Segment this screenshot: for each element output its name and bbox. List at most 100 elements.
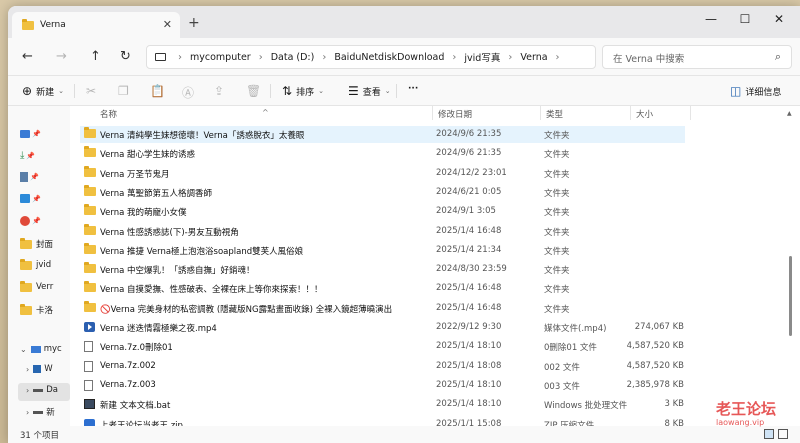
- drive-icon: [33, 365, 42, 373]
- more-options-button[interactable]: ···: [408, 84, 418, 94]
- breadcrumb-item[interactable]: Data (D:): [271, 52, 315, 63]
- search-input[interactable]: 在 Verna 中搜索 ⌕: [602, 45, 792, 69]
- up-button[interactable]: ↑: [90, 49, 101, 64]
- file-type: 媒体文件(.mp4): [544, 324, 607, 334]
- column-type[interactable]: 类型: [546, 108, 563, 120]
- file-row[interactable]: Verna.7z.002 2025/1/4 18:08 002 文件 4,587,52…: [80, 358, 685, 375]
- divider: [270, 84, 271, 98]
- sidebar-item-drive-d[interactable]: › Da: [26, 385, 58, 395]
- column-size[interactable]: 大小: [636, 108, 653, 120]
- breadcrumb-item[interactable]: Verna: [520, 52, 547, 63]
- details-view-icon[interactable]: [764, 429, 774, 439]
- sidebar-item-folder-1[interactable]: 封面: [20, 237, 54, 250]
- new-tab-button[interactable]: +: [188, 15, 200, 31]
- file-type: 文件夹: [544, 188, 570, 199]
- file-icon: [84, 379, 93, 394]
- breadcrumb-item[interactable]: BaiduNetdiskDownload: [334, 52, 444, 63]
- file-name: Verna.7z.003: [100, 379, 156, 390]
- folder-row[interactable]: Verna 推捷 Verna極上泡泡浴soapland雙芙人風俗娘 2025/1/…: [80, 242, 685, 259]
- folder-row[interactable]: Verna 甜心学生妹的诱惑 2024/9/6 21:35 文件夹: [80, 145, 685, 162]
- modified-date: 2025/1/4 16:48: [436, 225, 502, 236]
- sidebar-item-music[interactable]: 📌: [20, 216, 41, 226]
- column-name[interactable]: 名称: [100, 108, 117, 120]
- sidebar-item-folder-4[interactable]: 卡洛: [20, 303, 53, 316]
- plus-icon: ⊕: [22, 84, 33, 98]
- scrollbar-thumb[interactable]: [789, 256, 792, 336]
- file-name: Verna 我的萌寵小女僕: [100, 208, 187, 219]
- delete-button[interactable]: 🗑: [246, 84, 265, 98]
- sort-button[interactable]: ⇅ 排序 ⌄: [282, 84, 324, 98]
- rename-button[interactable]: Ⓐ: [182, 84, 198, 101]
- forward-button[interactable]: →: [56, 49, 67, 64]
- close-window-button[interactable]: ✕: [764, 12, 794, 26]
- details-pane-button[interactable]: ◫ 详细信息: [730, 84, 781, 98]
- modified-date: 2024/8/30 23:59: [436, 264, 507, 275]
- share-button[interactable]: ⇪: [214, 84, 228, 98]
- details-pane-icon: ◫: [730, 84, 742, 98]
- sidebar-item-label: 封面: [36, 240, 54, 250]
- folder-row[interactable]: Verna 中空爆乳！「誘惑自撫」好銷魂！ 2024/8/30 23:59 文件夹: [80, 261, 685, 278]
- desktop-icon: [20, 130, 30, 138]
- tab-verna[interactable]: Verna ✕: [12, 12, 180, 38]
- sidebar-item-folder-3[interactable]: Verr: [20, 280, 53, 292]
- back-button[interactable]: ←: [22, 49, 33, 64]
- folder-icon: [84, 223, 96, 238]
- sidebar-item-downloads[interactable]: ⤓ 📌: [20, 150, 35, 161]
- modified-date: 2025/1/4 18:10: [436, 379, 502, 390]
- folder-row[interactable]: Verna 万圣节鬼月 2024/12/2 23:01 文件夹: [80, 165, 685, 182]
- tab-bar: Verna ✕ + — ☐ ✕: [8, 6, 800, 38]
- folder-row[interactable]: Verna 我的萌寵小女僕 2024/9/1 3:05 文件夹: [80, 203, 685, 220]
- modified-date: 2024/9/1 3:05: [436, 206, 496, 217]
- sidebar-item-drive-new[interactable]: › 新: [26, 406, 55, 419]
- file-row[interactable]: Verna 迷迭情霧極樂之夜.mp4 2022/9/12 9:30 媒体文件(.mp…: [80, 319, 685, 336]
- file-type: 002 文件: [544, 362, 580, 373]
- file-type: 003 文件: [544, 381, 580, 392]
- breadcrumb-item[interactable]: jvid写真: [464, 50, 500, 64]
- folder-icon: [84, 184, 96, 196]
- sidebar-item-this-pc[interactable]: ⌄ myc: [20, 344, 62, 354]
- chevron-down-icon: ⌄: [384, 87, 391, 95]
- scroll-up-icon[interactable]: ▲: [787, 110, 792, 117]
- file-row[interactable]: Verna.7z.0刪除01 2025/1/4 18:10 0删除01 文件 4,58…: [80, 338, 685, 355]
- file-name: Verna 万圣节鬼月: [100, 169, 170, 180]
- folder-icon: [84, 242, 96, 257]
- new-button[interactable]: ⊕ 新建 ⌄: [22, 84, 64, 98]
- sidebar-item-label: W: [44, 364, 53, 374]
- folder-row[interactable]: 🚫Verna 完美身材的私密調教 (隱藏版NG露點畫面收錄) 全裸入鏡超薄曉演出…: [80, 300, 685, 317]
- cut-button[interactable]: ✂: [86, 84, 100, 98]
- folder-row[interactable]: Verna 性感誘惑誌(下)-男友互動視角 2025/1/4 16:48 文件夹: [80, 223, 685, 240]
- view-button[interactable]: ☰ 查看 ⌄: [348, 84, 391, 98]
- tab-close-icon[interactable]: ✕: [163, 18, 172, 31]
- item-count: 31 个项目: [20, 431, 60, 441]
- sidebar-item-label: Da: [46, 385, 58, 395]
- folder-row[interactable]: Verna 清純學生妹想徳壞！Verna「誘惑脫衣」太養眼 2024/9/6 21…: [80, 126, 685, 143]
- divider: [690, 106, 691, 120]
- folder-icon: [84, 165, 96, 180]
- file-type: 文件夹: [544, 227, 570, 238]
- drive-icon: [33, 410, 44, 414]
- sidebar-item-desktop[interactable]: 📌: [20, 130, 41, 138]
- paste-button[interactable]: 📋: [150, 84, 169, 98]
- file-name: Verna 中空爆乳！「誘惑自撫」好銷魂！: [100, 266, 255, 277]
- column-date[interactable]: 修改日期: [438, 108, 472, 120]
- file-row[interactable]: 新建 文本文档.bat 2025/1/4 18:10 Windows 批处理文件 3 …: [80, 396, 685, 413]
- modified-date: 2022/9/12 9:30: [436, 322, 502, 332]
- copy-button[interactable]: ❐: [118, 84, 133, 98]
- breadcrumb-item[interactable]: mycomputer: [190, 52, 251, 63]
- folder-row[interactable]: Verna 萬聖節第五人格調香師 2024/6/21 0:05 文件夹: [80, 184, 685, 201]
- chevron-right-icon: ›: [555, 51, 560, 63]
- breadcrumb[interactable]: › mycomputer › Data (D:) › BaiduNetdiskD…: [146, 45, 596, 69]
- file-row[interactable]: Verna.7z.003 2025/1/4 18:10 003 文件 2,385,97…: [80, 377, 685, 394]
- sidebar-item-drive-w[interactable]: › W: [26, 364, 53, 374]
- sidebar-item-folder-2[interactable]: jvid: [20, 258, 51, 270]
- folder-row[interactable]: Verna 自摸愛撫、性感破表、全裸在床上等你來探索！！！ 2025/1/4 16…: [80, 280, 685, 297]
- sidebar-item-pictures[interactable]: 📌: [20, 194, 41, 203]
- minimize-button[interactable]: —: [696, 12, 726, 26]
- sidebar-item-documents[interactable]: 📌: [20, 172, 39, 182]
- folder-icon: [84, 300, 96, 312]
- refresh-button[interactable]: ↻: [120, 49, 131, 64]
- file-icon: [84, 360, 93, 375]
- tiles-view-icon[interactable]: [778, 429, 788, 439]
- download-icon: ⤓: [20, 150, 25, 161]
- maximize-button[interactable]: ☐: [730, 12, 760, 26]
